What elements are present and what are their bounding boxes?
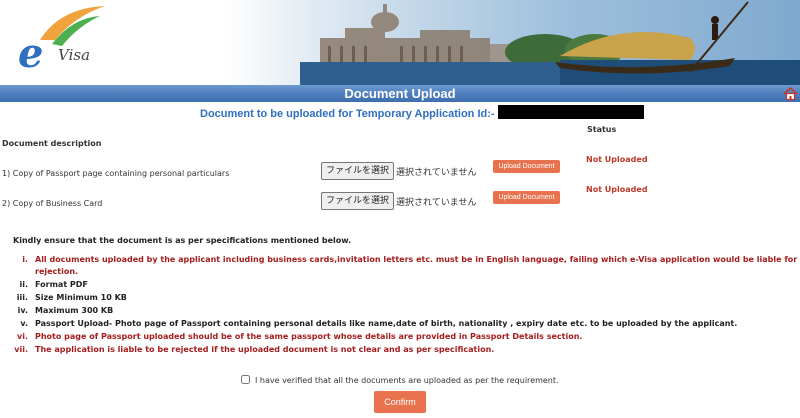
upload-document-button[interactable]: Upload Document	[493, 160, 560, 173]
description-column-header: Document description	[2, 139, 102, 148]
spec-item: v. Passport Upload- Photo page of Passpo…	[0, 318, 800, 330]
spec-item: vii. The application is liable to be rej…	[0, 344, 800, 356]
page-title-bar: Document Upload	[0, 85, 800, 102]
spec-text-continued: rejection.	[35, 267, 79, 276]
spec-number: v.	[20, 319, 28, 328]
spec-text: Size Minimum 10 KB	[35, 293, 127, 302]
spec-text: The application is liable to be rejected…	[35, 345, 495, 354]
spec-item: ii. Format PDF	[0, 279, 800, 291]
verify-checkbox-label[interactable]: I have verified that all the documents a…	[241, 375, 559, 385]
spec-number: iii.	[16, 293, 28, 302]
home-icon[interactable]	[783, 86, 798, 101]
application-id-heading: Document to be uploaded for Temporary Ap…	[200, 108, 495, 120]
spec-text: Passport Upload- Photo page of Passport …	[35, 319, 738, 328]
spec-item: iv. Maximum 300 KB	[0, 305, 800, 317]
spec-number: vii.	[14, 345, 28, 354]
upload-status: Not Uploaded	[586, 155, 648, 164]
logo-letter: e	[18, 30, 44, 77]
spec-number: vi.	[17, 332, 28, 341]
spec-number: ii.	[19, 280, 28, 289]
document-row-label: 1) Copy of Passport page containing pers…	[2, 169, 230, 178]
spec-item: i. All documents uploaded by the applica…	[0, 254, 800, 278]
redacted-application-id	[498, 105, 644, 119]
status-column-header: Status	[587, 125, 617, 134]
choose-file-button[interactable]: ファイルを選択	[321, 162, 395, 180]
spec-text: Maximum 300 KB	[35, 306, 114, 315]
spec-item: vi. Photo page of Passport uploaded shou…	[0, 331, 800, 343]
spec-text: Photo page of Passport uploaded should b…	[35, 332, 583, 341]
verify-checkbox[interactable]	[241, 375, 250, 384]
spec-text: All documents uploaded by the applicant …	[35, 255, 798, 264]
spec-number: iv.	[17, 306, 28, 315]
upload-status: Not Uploaded	[586, 185, 648, 194]
no-file-chosen-text: 選択されていません	[396, 168, 477, 178]
choose-file-button[interactable]: ファイルを選択	[321, 192, 395, 210]
header-banner: e Visa	[0, 0, 800, 86]
document-row-label: 2) Copy of Business Card	[2, 199, 103, 208]
spec-number: i.	[22, 255, 28, 264]
upload-document-button[interactable]: Upload Document	[493, 191, 560, 204]
verify-text: I have verified that all the documents a…	[255, 376, 559, 385]
logo-text: Visa	[58, 46, 91, 64]
page-title: Document Upload	[344, 86, 456, 101]
banner-illustration	[40, 1, 800, 86]
instructions-intro: Kindly ensure that the document is as pe…	[13, 236, 352, 245]
confirm-button[interactable]: Confirm	[374, 391, 426, 413]
spec-text: Format PDF	[35, 280, 88, 289]
no-file-chosen-text: 選択されていません	[396, 198, 477, 208]
spec-item: iii. Size Minimum 10 KB	[0, 292, 800, 304]
